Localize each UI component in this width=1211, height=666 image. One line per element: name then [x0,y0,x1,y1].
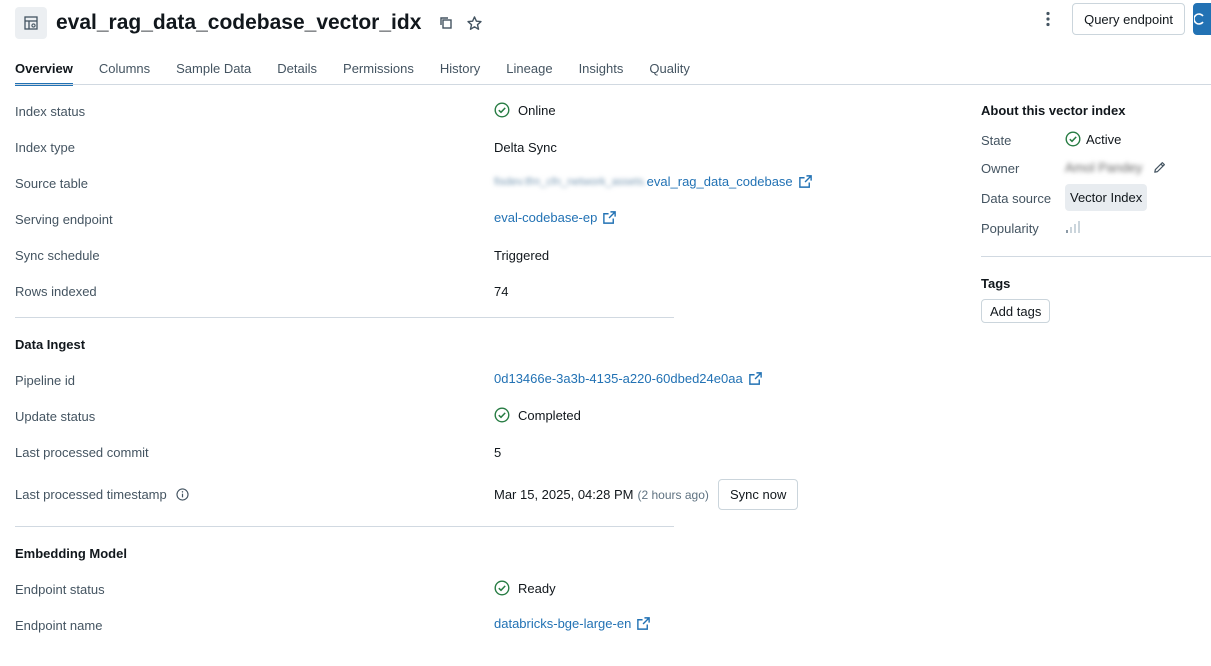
popularity-label: Popularity [981,221,1039,236]
tab-details[interactable]: Details [277,58,317,85]
external-link-icon[interactable] [798,174,813,189]
serving-endpoint-value[interactable]: eval-codebase-ep [494,210,617,225]
tab-bar: Overview Columns Sample Data Details Per… [15,58,716,86]
index-status-label: Index status [15,104,86,119]
update-status-text: Completed [518,407,581,423]
popularity-icon [1065,221,1081,233]
source-table-value[interactable]: fisdev.tfm_cfn_network_assets. eval_rag_… [494,174,813,189]
index-type-value: Delta Sync [494,140,557,155]
embedding-model-title: Embedding Model [15,546,127,561]
last-timestamp-relative: (2 hours ago) [637,487,709,502]
source-table-label: Source table [15,176,88,191]
about-title: About this vector index [981,103,1126,118]
index-status-text: Online [518,102,556,118]
endpoint-status-text: Ready [518,580,556,596]
check-circle-icon [494,102,510,118]
data-source-value: Vector Index [1065,184,1148,211]
add-tags-button[interactable]: Add tags [981,299,1051,323]
external-link-icon[interactable] [602,210,617,225]
endpoint-name-link[interactable]: databricks-bge-large-en [494,616,631,631]
vector-index-icon [15,7,47,39]
index-type-label: Index type [15,140,75,155]
index-status-value: Online [494,102,556,118]
tab-permissions[interactable]: Permissions [343,58,414,85]
last-timestamp-value: Mar 15, 2025, 04:28 PM (2 hours ago) [494,487,709,502]
page-title: eval_rag_data_codebase_vector_idx [56,11,422,34]
info-icon[interactable] [176,488,189,501]
query-endpoint-button[interactable]: Query endpoint [1072,3,1185,35]
owner-name: Amol Pandey [1065,160,1143,175]
check-circle-icon [1065,131,1081,147]
tab-quality[interactable]: Quality [649,58,689,85]
external-link-icon[interactable] [748,371,763,386]
source-table-prefix: fisdev.tfm_cfn_network_assets. [494,175,647,188]
pipeline-id-value[interactable]: 0d13466e-3a3b-4135-a220-60dbed24e0aa [494,371,763,386]
last-timestamp-label: Last processed timestamp [15,487,167,502]
right-panel-divider [981,256,1211,257]
external-link-icon[interactable] [636,616,651,631]
data-source-label: Data source [981,191,1052,206]
sync-schedule-label: Sync schedule [15,248,100,263]
tab-lineage[interactable]: Lineage [506,58,552,85]
pipeline-id-link[interactable]: 0d13466e-3a3b-4135-a220-60dbed24e0aa [494,371,743,386]
last-timestamp-label-wrap: Last processed timestamp [15,487,189,502]
source-table-link[interactable]: eval_rag_data_codebase [647,174,793,189]
tab-divider [15,84,1211,85]
rows-indexed-value: 74 [494,284,509,299]
endpoint-name-value[interactable]: databricks-bge-large-en [494,616,651,631]
check-circle-icon [494,407,510,423]
endpoint-name-label: Endpoint name [15,618,103,633]
owner-value: Amol Pandey [1065,160,1167,175]
last-commit-label: Last processed commit [15,445,149,460]
primary-action-button[interactable] [1193,3,1211,35]
section-divider [15,526,674,527]
update-status-label: Update status [15,409,96,424]
page-header: eval_rag_data_codebase_vector_idx [15,6,485,40]
tab-insights[interactable]: Insights [579,58,624,85]
state-text: Active [1086,131,1122,147]
endpoint-status-value: Ready [494,580,556,596]
copy-icon[interactable] [435,12,457,34]
header-actions: Query endpoint [1036,3,1211,35]
data-ingest-title: Data Ingest [15,337,86,352]
tags-title: Tags [981,276,1011,291]
pipeline-id-label: Pipeline id [15,373,75,388]
state-value: Active [1065,131,1121,147]
update-status-value: Completed [494,407,581,423]
data-source-chip: Vector Index [1065,184,1148,211]
last-commit-value: 5 [494,445,502,460]
rows-indexed-label: Rows indexed [15,284,97,299]
sync-now-button[interactable]: Sync now [718,479,799,510]
state-label: State [981,133,1012,148]
endpoint-status-label: Endpoint status [15,582,105,597]
last-timestamp-text: Mar 15, 2025, 04:28 PM [494,487,634,502]
sync-schedule-value: Triggered [494,248,550,263]
pencil-icon[interactable] [1152,160,1167,175]
tab-sample-data[interactable]: Sample Data [176,58,251,85]
owner-label: Owner [981,161,1020,176]
section-divider [15,317,674,318]
check-circle-icon [494,580,510,596]
more-options-icon[interactable] [1036,3,1060,35]
star-icon[interactable] [463,12,485,34]
tab-history[interactable]: History [440,58,480,85]
serving-endpoint-label: Serving endpoint [15,212,113,227]
tab-overview[interactable]: Overview [15,58,73,86]
tab-columns[interactable]: Columns [99,58,150,85]
serving-endpoint-link[interactable]: eval-codebase-ep [494,210,597,225]
